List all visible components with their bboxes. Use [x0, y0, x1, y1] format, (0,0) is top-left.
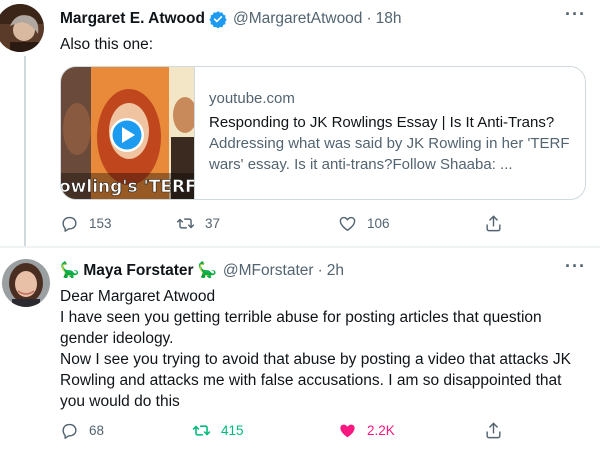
- share-button[interactable]: [484, 214, 503, 233]
- tweet-line: Now I see you trying to avoid that abuse…: [60, 351, 571, 410]
- thumbnail-caption: owling's 'TERF W: [61, 177, 195, 197]
- reply-icon: [60, 421, 79, 440]
- heart-filled-icon: [338, 421, 357, 440]
- video-thumbnail[interactable]: owling's 'TERF W: [61, 67, 195, 199]
- tweet-actions: 153 37 106: [60, 214, 520, 236]
- tweet-line: Dear Margaret Atwood: [60, 288, 216, 305]
- like-button[interactable]: 106: [338, 214, 390, 233]
- card-description: Addressing what was said by JK Rowling i…: [209, 135, 570, 173]
- more-options-icon[interactable]: ···: [565, 4, 586, 25]
- retweet-icon: [176, 214, 195, 233]
- verified-badge-icon: [209, 10, 227, 28]
- heart-outline-icon: [338, 214, 357, 233]
- card-title: Responding to JK Rowlings Essay | Is It …: [209, 114, 555, 131]
- like-count: 2.2K: [367, 423, 395, 438]
- avatar[interactable]: [2, 259, 50, 307]
- retweet-count: 37: [205, 216, 221, 231]
- share-icon: [484, 214, 503, 233]
- more-options-icon[interactable]: ···: [565, 256, 586, 277]
- tweet-text: Dear Margaret Atwood I have seen you get…: [60, 286, 580, 412]
- avatar[interactable]: [0, 4, 44, 52]
- tweet-maya-forstater[interactable]: 🦕 Maya Forstater 🦕 @MForstater · 2h ··· …: [0, 248, 600, 462]
- tweet-actions: 68 415 2.2K: [60, 421, 520, 443]
- dinosaur-emoji-left: 🦕: [60, 262, 80, 279]
- dinosaur-emoji-right: 🦕: [197, 262, 217, 279]
- retweet-button[interactable]: 415: [192, 421, 244, 440]
- separator-dot: ·: [366, 10, 372, 27]
- author-name[interactable]: Margaret E. Atwood: [60, 10, 205, 28]
- author-handle[interactable]: @MargaretAtwood: [233, 10, 362, 28]
- link-card[interactable]: owling's 'TERF W youtube.com Responding …: [60, 66, 586, 200]
- card-details[interactable]: youtube.com Responding to JK Rowlings Es…: [209, 89, 575, 175]
- retweet-count: 415: [221, 423, 244, 438]
- card-domain: youtube.com: [209, 90, 295, 107]
- timestamp[interactable]: 2h: [327, 262, 344, 280]
- retweet-icon: [192, 421, 211, 440]
- author-name[interactable]: Maya Forstater: [83, 262, 193, 280]
- reply-button[interactable]: 68: [60, 421, 104, 440]
- tweet-line: I have seen you getting terrible abuse f…: [60, 309, 542, 347]
- like-button[interactable]: 2.2K: [338, 421, 395, 440]
- like-count: 106: [367, 216, 390, 231]
- reply-count: 153: [89, 216, 112, 231]
- tweet-margaret-atwood[interactable]: Margaret E. Atwood @MargaretAtwood · 18h…: [0, 0, 600, 246]
- reply-icon: [60, 214, 79, 233]
- tweet-text: Also this one:: [60, 36, 154, 53]
- separator-dot: ·: [317, 261, 323, 279]
- author-handle[interactable]: @MForstater: [223, 262, 314, 280]
- reply-button[interactable]: 153: [60, 214, 112, 233]
- tweet-header: Margaret E. Atwood @MargaretAtwood · 18h: [60, 10, 401, 28]
- share-button[interactable]: [484, 421, 503, 440]
- timestamp[interactable]: 18h: [376, 10, 402, 28]
- reply-count: 68: [89, 423, 105, 438]
- thread-connector: [24, 56, 26, 246]
- tweet-header: 🦕 Maya Forstater 🦕 @MForstater · 2h: [60, 261, 344, 280]
- retweet-button[interactable]: 37: [176, 214, 220, 233]
- share-icon: [484, 421, 503, 440]
